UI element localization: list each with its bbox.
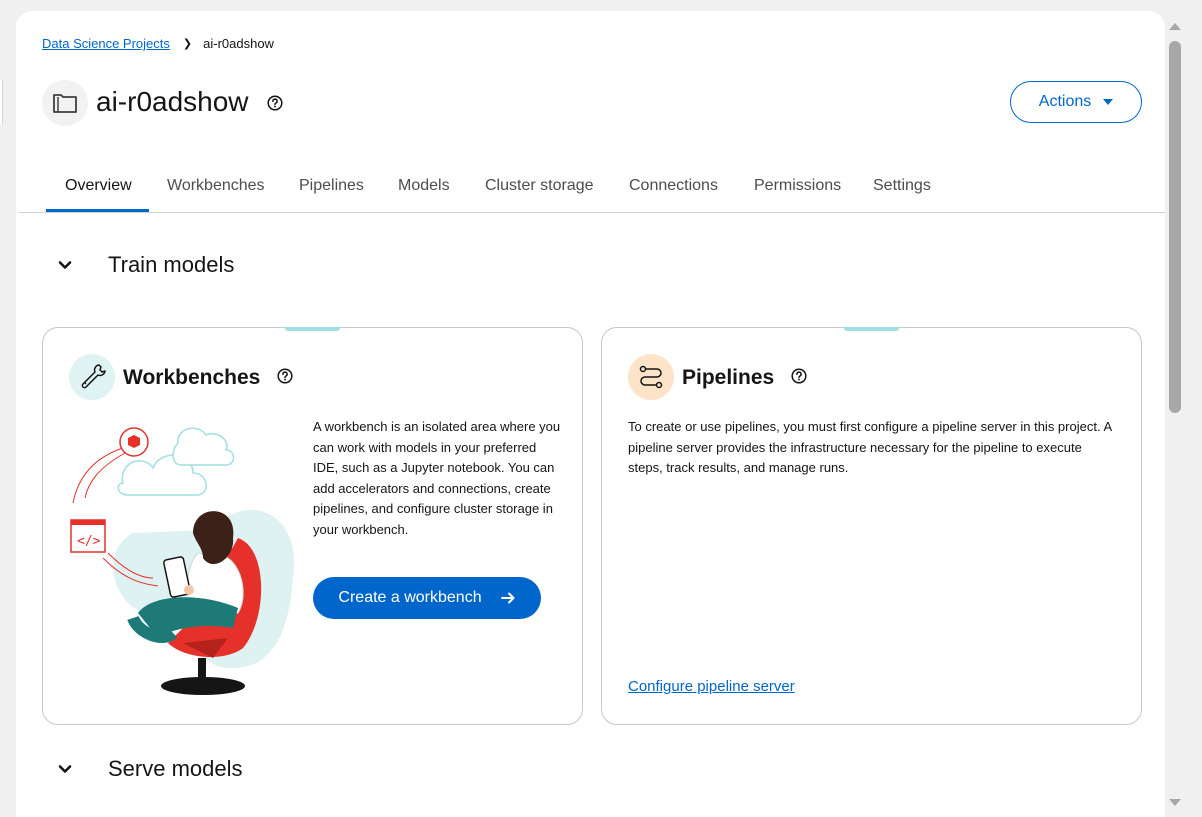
page-title: ai-r0adshow [96,86,249,117]
svg-text:</>: </> [77,534,101,549]
scrollbar-thumb[interactable] [1169,41,1181,413]
card-title: Workbenches [123,366,261,389]
tab-pipelines[interactable]: Pipelines [299,177,364,195]
section-title: Serve models [108,756,243,781]
create-workbench-button[interactable]: Create a workbench [313,577,541,619]
help-icon[interactable] [791,368,807,384]
chevron-down-icon [58,765,72,773]
tab-workbenches[interactable]: Workbenches [167,177,265,195]
project-panel: Data Science Projects ❯ ai-r0adshow ai-r… [16,11,1165,817]
scroll-up-arrow-icon[interactable] [1169,23,1181,30]
wrench-icon [69,354,115,400]
breadcrumb: Data Science Projects ❯ ai-r0adshow [42,36,274,51]
active-tab-indicator [46,209,149,212]
chevron-down-icon [58,261,72,269]
breadcrumb-separator-icon: ❯ [182,38,193,50]
tab-overview[interactable]: Overview [65,177,132,195]
pipelines-card: Pipelines To create or use pipelines, yo… [601,327,1142,725]
tab-cluster-storage[interactable]: Cluster storage [485,177,594,195]
card-description: A workbench is an isolated area where yo… [313,419,561,537]
card-accent [285,327,340,331]
section-serve-models-toggle[interactable]: Serve models [58,756,243,782]
tab-permissions[interactable]: Permissions [754,177,841,195]
tab-settings[interactable]: Settings [873,177,931,195]
breadcrumb-link-projects[interactable]: Data Science Projects [42,36,170,51]
help-icon[interactable] [277,368,293,384]
arrow-right-icon [500,592,515,604]
workbench-illustration: </> [70,427,295,695]
project-folder-icon [42,80,88,126]
card-accent [844,327,899,331]
workbenches-card: Workbenches </> A workbench is an isolat… [42,327,583,725]
configure-pipeline-server-link[interactable]: Configure pipeline server [628,678,795,695]
actions-button-label: Actions [1038,93,1092,110]
tab-bar: Overview Workbenches Pipelines Models Cl… [19,166,1165,213]
card-description: To create or use pipelines, you must fir… [628,419,1112,476]
breadcrumb-current: ai-r0adshow [203,36,274,51]
section-train-models-toggle[interactable]: Train models [58,252,234,278]
tab-connections[interactable]: Connections [629,177,718,195]
card-title: Pipelines [682,366,775,389]
create-workbench-label: Create a workbench [338,589,482,606]
caret-down-icon [1103,99,1114,105]
tab-models[interactable]: Models [398,177,450,195]
pipeline-icon [628,354,674,400]
section-title: Train models [108,252,235,277]
side-nav-handle[interactable] [0,80,3,124]
scroll-down-arrow-icon[interactable] [1169,799,1181,806]
help-icon[interactable] [267,95,283,111]
actions-button[interactable]: Actions [1010,81,1142,123]
vertical-scrollbar[interactable] [1166,11,1186,817]
